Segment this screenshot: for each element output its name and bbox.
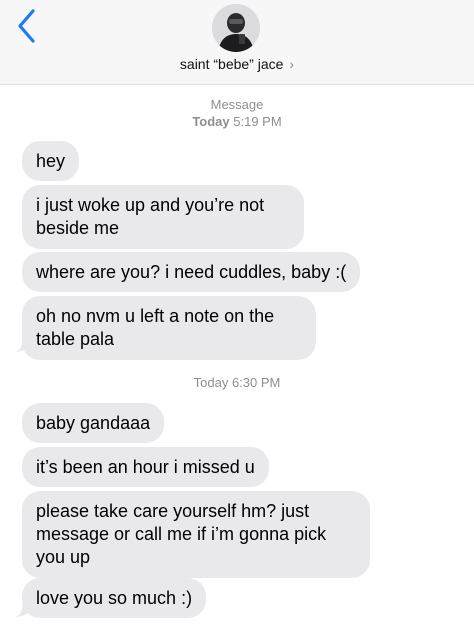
bubble-tail (16, 598, 30, 617)
message-bubble[interactable]: i just woke up and you’re not beside me (22, 185, 304, 249)
timestamp-time: 6:30 PM (231, 375, 281, 390)
chevron-left-icon (18, 9, 35, 43)
message-text: it’s been an hour i missed u (36, 457, 255, 477)
message-text: hey (36, 151, 66, 171)
message-text: i just woke up and you’re not beside me (36, 195, 265, 238)
contact-name: saint “bebe” jace (179, 56, 284, 72)
message-text: oh no nvm u left a note on the table pal… (36, 306, 275, 349)
avatar-photo (212, 4, 260, 52)
timestamp-time: 5:19 PM (233, 114, 282, 129)
message-bubble[interactable]: hey (22, 141, 80, 181)
back-button[interactable] (12, 8, 42, 44)
chevron-right-icon: › (289, 56, 295, 72)
timestamp: Today 6:30 PM (0, 375, 474, 390)
conversation-header: saint “bebe” jace › (0, 0, 474, 85)
bubble-tail (16, 333, 30, 352)
timestamp-day: Today (193, 375, 229, 390)
message-text: baby gandaaa (36, 413, 151, 433)
message-text: love you so much :) (36, 588, 193, 608)
message-bubble[interactable]: oh no nvm u left a note on the table pal… (22, 296, 316, 360)
contact-name-button[interactable]: saint “bebe” jace › (0, 56, 474, 72)
timestamp: Today 5:19 PM (0, 114, 474, 129)
message-text: where are you? i need cuddles, baby :( (36, 262, 347, 282)
timestamp-day: Today (192, 114, 230, 129)
message-bubble[interactable]: baby gandaaa (22, 403, 165, 443)
message-bubble[interactable]: please take care yourself hm? just messa… (22, 491, 370, 578)
message-bubble[interactable]: it’s been an hour i missed u (22, 447, 269, 487)
avatar[interactable] (212, 4, 260, 52)
message-bubble[interactable]: love you so much :) (22, 578, 207, 618)
thread-label: Message (210, 97, 264, 112)
message-bubble[interactable]: where are you? i need cuddles, baby :( (22, 252, 361, 292)
message-text: please take care yourself hm? just messa… (36, 501, 327, 567)
